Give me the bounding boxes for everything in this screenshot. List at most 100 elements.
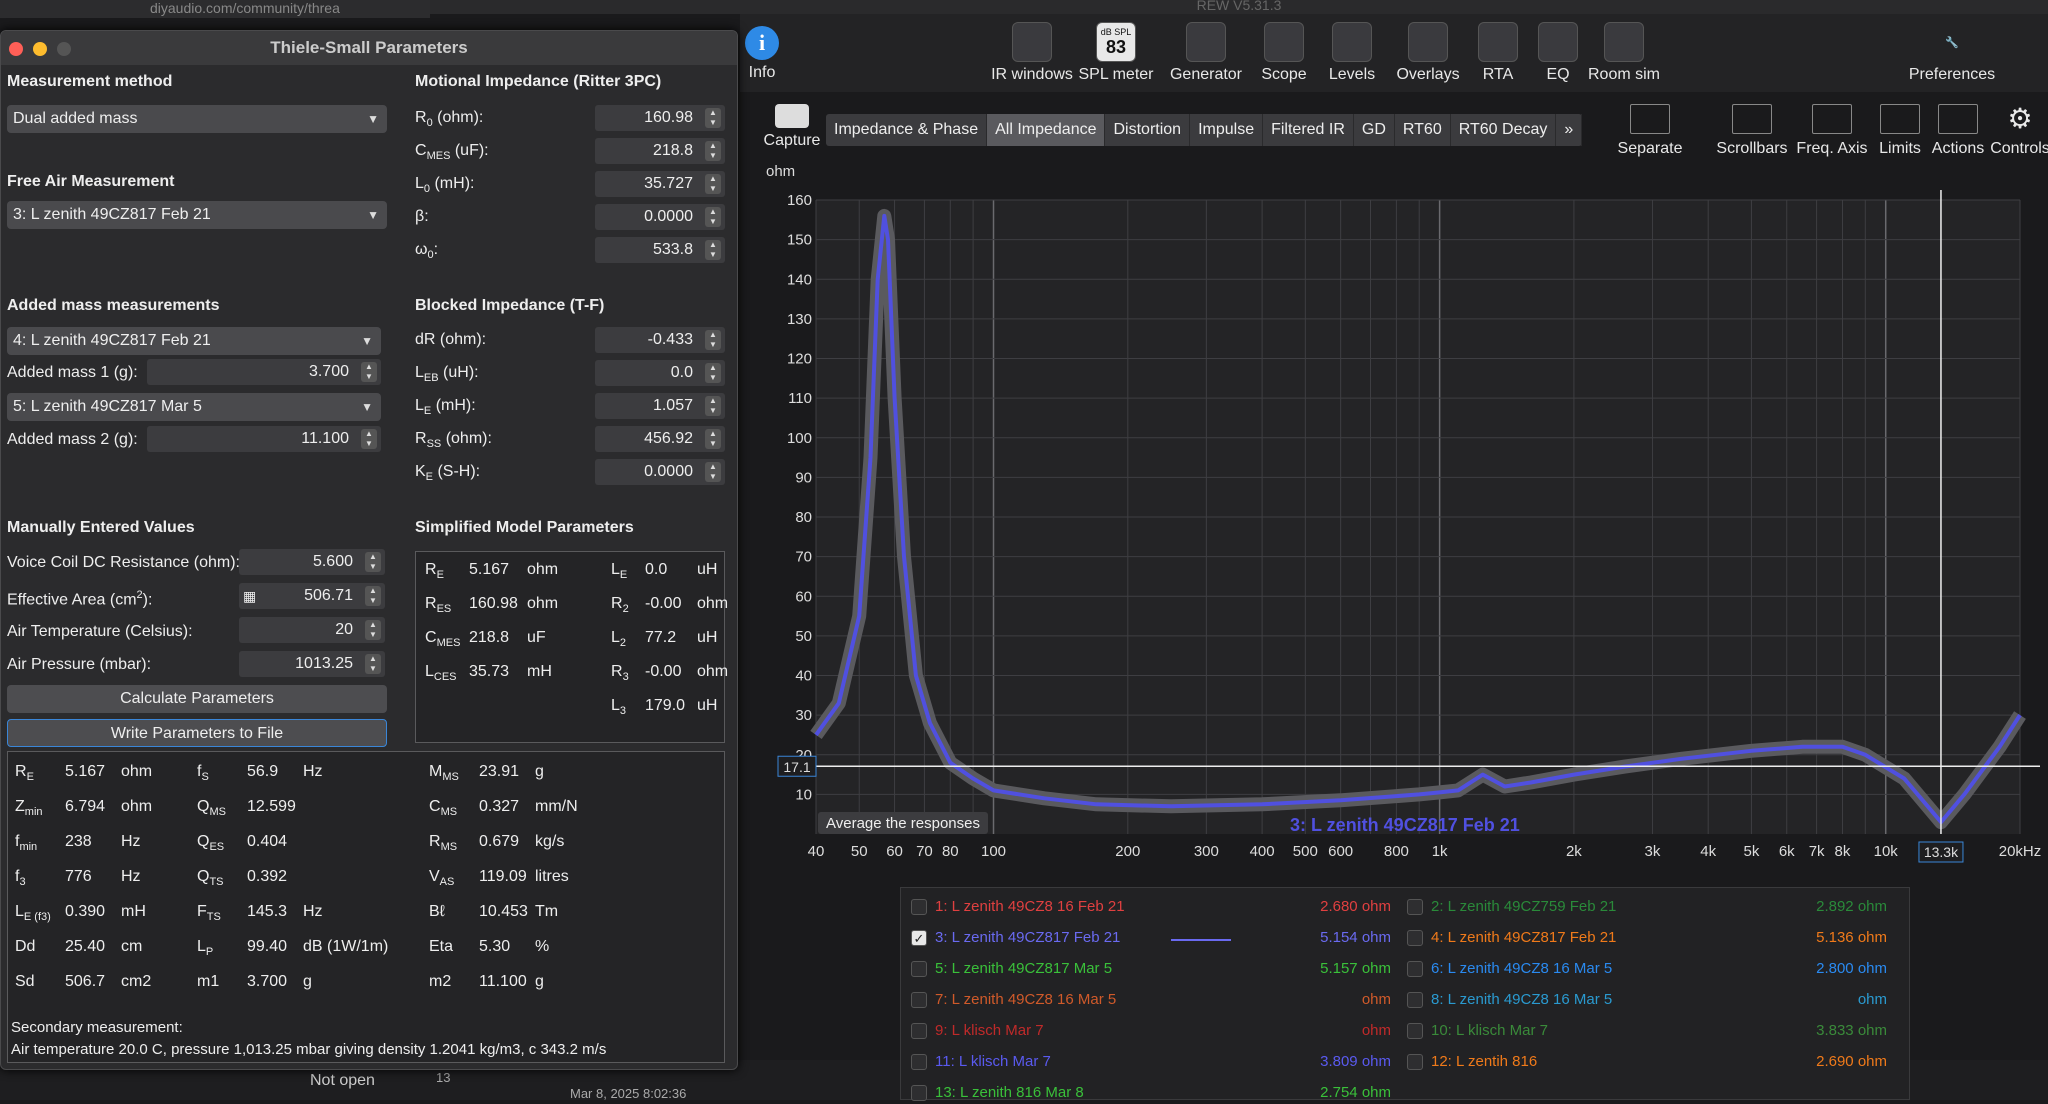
tab--[interactable]: » bbox=[1556, 114, 1583, 146]
area-field[interactable]: ▦ 506.71 ▲ ▼ bbox=[239, 583, 385, 609]
controls-button[interactable]: ⚙ Controls bbox=[1980, 104, 2048, 158]
stepper-icon[interactable]: ▲ ▼ bbox=[365, 552, 381, 572]
added-mass-select-1[interactable]: 4: L zenith 49CZ817 Feb 21 ▼ bbox=[7, 327, 381, 355]
stepper-icon[interactable]: ▲ ▼ bbox=[705, 240, 721, 260]
tab-all-impedance[interactable]: All Impedance bbox=[987, 114, 1106, 146]
capture-button[interactable]: Capture bbox=[760, 104, 824, 150]
tab-distortion[interactable]: Distortion bbox=[1105, 114, 1191, 146]
legend-value: 2.800 ohm bbox=[1816, 960, 1887, 977]
legend-checkbox[interactable] bbox=[1407, 899, 1423, 915]
legend-checkbox[interactable] bbox=[911, 1023, 927, 1039]
measurement-method-select[interactable]: Dual added mass ▼ bbox=[7, 105, 387, 133]
tab-impulse[interactable]: Impulse bbox=[1190, 114, 1264, 146]
simplified-symbol: L2 bbox=[611, 629, 626, 649]
legend-checkbox[interactable] bbox=[911, 992, 927, 1008]
legend-checkbox[interactable] bbox=[1407, 992, 1423, 1008]
legend-checkbox[interactable] bbox=[911, 961, 927, 977]
blocked-field[interactable]: 0.0000 ▲ ▼ bbox=[595, 459, 725, 485]
write-file-button[interactable]: Write Parameters to File bbox=[7, 719, 387, 747]
motional-field[interactable]: 0.0000 ▲ ▼ bbox=[595, 204, 725, 230]
symbol-sub: 2 bbox=[619, 637, 627, 650]
impedance-graph[interactable]: 10 20 30 40 50 60 70 80 90 100 110 120 130 140 150 160 4… bbox=[740, 160, 2048, 880]
x-tick-label: 400 bbox=[1250, 843, 1275, 860]
stepper-icon[interactable]: ▲ ▼ bbox=[365, 586, 381, 606]
simplified-value: 77.2 bbox=[645, 629, 677, 646]
motional-field[interactable]: 160.98 ▲ ▼ bbox=[595, 105, 725, 131]
blocked-field[interactable]: -0.433 ▲ ▼ bbox=[595, 327, 725, 353]
tab-rt60-decay[interactable]: RT60 Decay bbox=[1451, 114, 1557, 146]
stepper-icon[interactable]: ▲ ▼ bbox=[361, 362, 377, 382]
tab-filtered-ir[interactable]: Filtered IR bbox=[1263, 114, 1354, 146]
blocked-field[interactable]: 0.0 ▲ ▼ bbox=[595, 360, 725, 386]
stepper-icon[interactable]: ▲ ▼ bbox=[705, 330, 721, 350]
free-air-select[interactable]: 3: L zenith 49CZ817 Feb 21 ▼ bbox=[7, 201, 387, 229]
scrollbars-button[interactable]: Scrollbars bbox=[1712, 104, 1792, 158]
calculator-icon[interactable]: ▦ bbox=[243, 583, 256, 609]
y-tick-label: 50 bbox=[795, 628, 812, 645]
added-mass-1-field[interactable]: 3.700 ▲ ▼ bbox=[147, 359, 381, 385]
spl-badge-value: 83 bbox=[1105, 37, 1127, 57]
calculate-button[interactable]: Calculate Parameters bbox=[7, 685, 387, 713]
stepper-icon[interactable]: ▲ ▼ bbox=[365, 620, 381, 640]
stepper-icon[interactable]: ▲ ▼ bbox=[705, 141, 721, 161]
added-mass-select-2[interactable]: 5: L zenith 49CZ817 Mar 5 ▼ bbox=[7, 393, 381, 421]
graph-tool-label: Controls bbox=[1990, 140, 2048, 157]
simplified-unit: uH bbox=[697, 629, 718, 646]
tab-rt60[interactable]: RT60 bbox=[1395, 114, 1451, 146]
separate-button[interactable]: Separate bbox=[1610, 104, 1690, 158]
vc-label: Voice Coil DC Resistance (ohm): bbox=[7, 554, 240, 571]
x-tick-label: 20kHz bbox=[1999, 843, 2042, 860]
generator-button[interactable]: Generator bbox=[1161, 22, 1251, 84]
y-tick-label: 110 bbox=[788, 390, 812, 407]
ir-windows-button[interactable]: IR windows bbox=[987, 22, 1077, 84]
symbol-text: R bbox=[425, 561, 437, 578]
stepper-icon[interactable]: ▲ ▼ bbox=[705, 462, 721, 482]
motional-field[interactable]: 533.8 ▲ ▼ bbox=[595, 237, 725, 263]
tab-gd[interactable]: GD bbox=[1354, 114, 1395, 146]
legend-checkbox[interactable] bbox=[1407, 1023, 1423, 1039]
temp-field[interactable]: 20 ▲ ▼ bbox=[239, 617, 385, 643]
legend-checkbox[interactable] bbox=[911, 899, 927, 915]
tab-impedance-phase[interactable]: Impedance & Phase bbox=[826, 114, 988, 146]
stepper-icon[interactable]: ▲ ▼ bbox=[705, 396, 721, 416]
blocked-field[interactable]: 1.057 ▲ ▼ bbox=[595, 393, 725, 419]
vc-field[interactable]: 5.600 ▲ ▼ bbox=[239, 549, 385, 575]
x-tick-label: 800 bbox=[1384, 843, 1409, 860]
room-sim-button[interactable]: Room sim bbox=[1579, 22, 1669, 84]
pressure-field[interactable]: 1013.25 ▲ ▼ bbox=[239, 651, 385, 677]
ts-title-bar: Thiele-Small Parameters bbox=[1, 31, 737, 65]
y-tick-label: 40 bbox=[795, 668, 812, 685]
scope-icon bbox=[1264, 22, 1304, 62]
minimize-button[interactable] bbox=[33, 42, 47, 56]
overlay-trace-label: 3: L zenith 49CZ817 Feb 21 bbox=[1290, 815, 1520, 835]
spl-meter-button[interactable]: dB SPL 83 SPL meter bbox=[1071, 22, 1161, 84]
added-mass-2-field[interactable]: 11.100 ▲ ▼ bbox=[147, 426, 381, 452]
legend-checkbox[interactable] bbox=[1407, 961, 1423, 977]
stepper-icon[interactable]: ▲ ▼ bbox=[705, 429, 721, 449]
legend-checkbox[interactable] bbox=[1407, 1054, 1423, 1070]
y-tick-label: 60 bbox=[795, 588, 812, 605]
legend-checkbox[interactable] bbox=[911, 1054, 927, 1070]
legend-checkbox[interactable] bbox=[1407, 930, 1423, 946]
legend-checkbox[interactable] bbox=[911, 1085, 927, 1101]
stepper-icon[interactable]: ▲ ▼ bbox=[365, 654, 381, 674]
close-button[interactable] bbox=[9, 42, 23, 56]
stepper-icon[interactable]: ▲ ▼ bbox=[705, 174, 721, 194]
legend-checkbox[interactable]: ✓ bbox=[911, 930, 927, 946]
legend-label: 1: L zenith 49CZ8 16 Feb 21 bbox=[935, 898, 1125, 915]
zoom-button[interactable] bbox=[57, 42, 71, 56]
preferences-button[interactable]: 🔧 Preferences bbox=[1907, 22, 1997, 84]
motional-field[interactable]: 35.727 ▲ ▼ bbox=[595, 171, 725, 197]
legend-label: 4: L zenith 49CZ817 Feb 21 bbox=[1431, 929, 1617, 946]
results-box bbox=[7, 751, 725, 1063]
info-button[interactable]: i Info bbox=[742, 26, 782, 82]
stepper-icon[interactable]: ▲ ▼ bbox=[705, 207, 721, 227]
stepper-icon[interactable]: ▲ ▼ bbox=[705, 363, 721, 383]
x-tick-label: 500 bbox=[1293, 843, 1318, 860]
motional-field[interactable]: 218.8 ▲ ▼ bbox=[595, 138, 725, 164]
blocked-field[interactable]: 456.92 ▲ ▼ bbox=[595, 426, 725, 452]
result-symbol: QES bbox=[197, 833, 224, 853]
stepper-icon[interactable]: ▲ ▼ bbox=[361, 429, 377, 449]
stepper-icon[interactable]: ▲ ▼ bbox=[705, 108, 721, 128]
generator-icon bbox=[1186, 22, 1226, 62]
